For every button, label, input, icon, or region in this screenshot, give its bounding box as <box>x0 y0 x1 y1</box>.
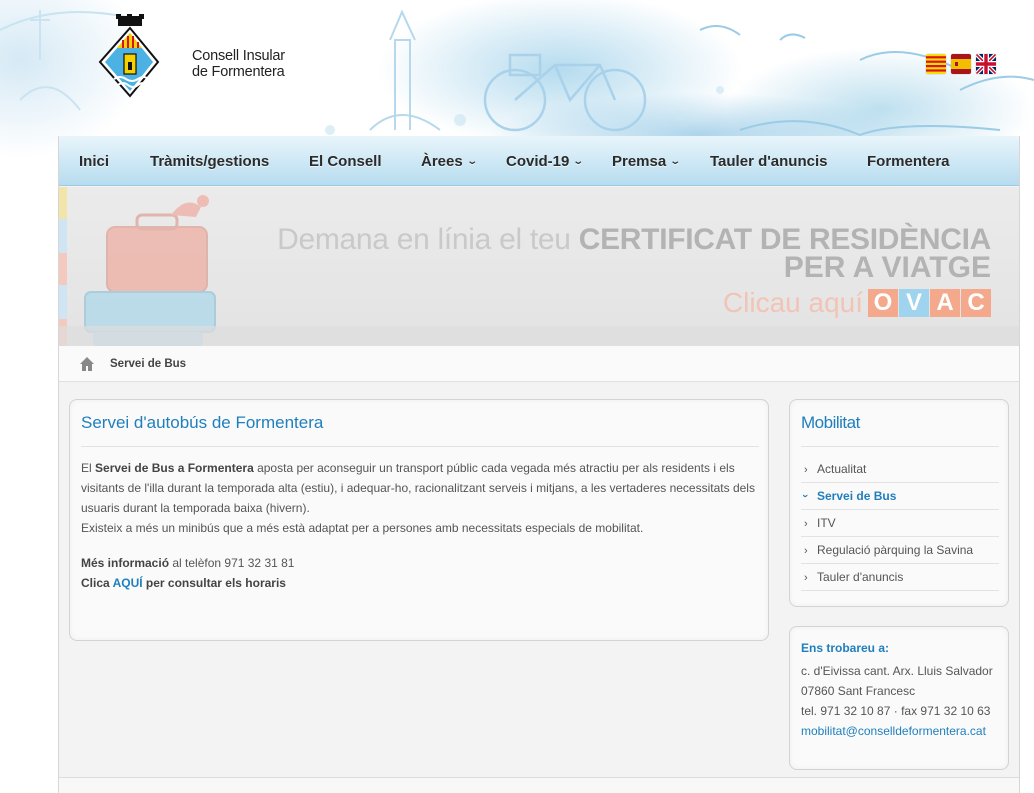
language-selector <box>926 54 996 74</box>
info-label: Més informació <box>81 556 170 570</box>
ovac-letter: V <box>899 289 929 317</box>
sidebar-item-label: Servei de Bus <box>817 489 897 503</box>
schedule-prefix: Clica <box>81 576 113 590</box>
brand-name[interactable]: Consell Insular de Formentera <box>192 48 285 80</box>
sidebar-item-label: Actualitat <box>817 462 867 476</box>
contact-details: c. d'Eivissa cant. Arx. Lluis Salvador 0… <box>801 661 993 741</box>
suitcases-icon <box>84 195 216 346</box>
nav-arees-label: Àrees <box>421 153 463 170</box>
contact-address1: c. d'Eivissa cant. Arx. Lluis Salvador <box>801 664 993 678</box>
banner-bottom-strip <box>59 326 1019 346</box>
uk-flag-icon[interactable] <box>976 54 996 74</box>
consell-logo[interactable] <box>98 14 160 104</box>
contact-address2: 07860 Sant Francesc <box>801 684 916 698</box>
sidebar-list: › Actualitat › Servei de Bus › ITV › Regulac… <box>799 456 999 591</box>
intro-paragraph: El Servei de Bus a Formentera aposta per… <box>81 458 761 518</box>
chevron-right-icon: › <box>804 464 808 476</box>
contact-panel: Ens trobareu a: c. d'Eivissa cant. Arx. … <box>789 626 1009 770</box>
ovac-letter: A <box>930 289 960 317</box>
chevron-down-icon: ⌄ <box>572 156 585 167</box>
ovac-badge: O V A C <box>867 289 991 317</box>
divider <box>801 446 999 447</box>
sidebar-item-servei-de-bus[interactable]: › Servei de Bus <box>799 483 999 510</box>
nav-tramits-label: Tràmits/gestions <box>150 153 270 170</box>
schedule-link[interactable]: AQUÍ <box>113 576 143 590</box>
ovac-letter: C <box>961 289 991 317</box>
main-navigation: Inici Tràmits/gestions El Consell Àrees ⌄… <box>59 136 1019 186</box>
schedule-line: Clica AQUÍ per consultar els horaris <box>81 573 761 593</box>
home-icon[interactable] <box>79 356 95 372</box>
page-title: Servei d'autobús de Formentera <box>81 413 324 432</box>
info-line: Més informació al telèfon 971 32 31 81 <box>81 553 761 573</box>
schedule-suffix: per consultar els horaris <box>142 576 286 590</box>
chevron-right-icon: › <box>804 545 808 557</box>
nav-tramits[interactable]: Tràmits/gestions <box>150 153 269 170</box>
nav-formentera-label: Formentera <box>867 153 950 170</box>
contact-email-link[interactable]: mobilitat@conselldeformentera.cat <box>801 724 986 738</box>
sidebar-item-tauler[interactable]: › Tauler d'anuncis <box>801 564 999 591</box>
banner-click-here: Clicau aquí <box>722 287 863 318</box>
divider <box>81 446 759 447</box>
banner-line1-prefix: Demana en línia el teu <box>277 223 579 256</box>
brand-line1: Consell Insular <box>192 48 285 64</box>
content-body: El Servei de Bus a Formentera aposta per… <box>81 458 761 593</box>
spanish-flag-icon[interactable] <box>951 54 971 74</box>
nav-el-consell[interactable]: El Consell <box>309 153 382 170</box>
sidebar-item-label: ITV <box>817 516 836 530</box>
sidebar-title: Mobilitat <box>801 413 860 432</box>
contact-heading: Ens trobareu a: <box>801 641 890 655</box>
sidebar-item-itv[interactable]: › ITV <box>801 510 999 537</box>
nav-tauler-label: Tauler d'anuncis <box>710 153 828 170</box>
nav-covid-label: Covid-19 <box>506 153 570 170</box>
sidebar-menu: Mobilitat › Actualitat › Servei de Bus › IT… <box>789 399 1009 607</box>
banner-line3: Clicau aquí O V A C <box>723 287 991 319</box>
catalan-flag-icon[interactable] <box>926 54 946 74</box>
sidebar-item-label: Regulació pàrquing la Savina <box>817 543 974 557</box>
sidebar-item-actualitat[interactable]: › Actualitat <box>801 456 999 483</box>
breadcrumb-current: Servei de Bus <box>110 358 187 370</box>
nav-premsa[interactable]: Premsa ⌄ <box>612 153 682 170</box>
sidebar-item-label: Tauler d'anuncis <box>817 570 904 584</box>
intro-text-a: El <box>81 461 96 475</box>
banner-color-stripes <box>59 187 67 346</box>
chevron-down-icon: › <box>798 494 811 498</box>
sidebar-item-parquing[interactable]: › Regulació pàrquing la Savina <box>801 537 999 564</box>
chevron-right-icon: › <box>804 572 808 584</box>
minibus-paragraph: Existeix a més un minibús que a més està… <box>81 521 644 535</box>
nav-premsa-label: Premsa <box>612 153 667 170</box>
brand-line2: de Formentera <box>192 64 285 80</box>
nav-formentera[interactable]: Formentera <box>867 153 950 170</box>
nav-inici-label: Inici <box>79 153 110 170</box>
contact-phone: tel. 971 32 10 87 · fax 971 32 10 63 <box>801 704 991 718</box>
page-container: Inici Tràmits/gestions El Consell Àrees ⌄… <box>58 136 1020 793</box>
nav-el-consell-label: El Consell <box>309 153 382 170</box>
nav-arees[interactable]: Àrees ⌄ <box>421 153 478 170</box>
nav-tauler[interactable]: Tauler d'anuncis <box>710 153 827 170</box>
coat-of-arms-icon <box>98 14 160 98</box>
content-panel: Servei d'autobús de Formentera El Servei… <box>69 399 769 641</box>
info-phone: al telèfon 971 32 31 81 <box>169 556 295 570</box>
banner-line2: PER A VIATGE <box>783 251 991 284</box>
ovac-letter: O <box>868 289 898 317</box>
certificate-banner[interactable]: Demana en línia el teu CERTIFICAT DE RES… <box>59 187 1019 346</box>
chevron-down-icon: ⌄ <box>466 156 478 167</box>
chevron-down-icon: ⌄ <box>669 156 682 167</box>
breadcrumb: Servei de Bus <box>59 346 1019 382</box>
nav-covid[interactable]: Covid-19 ⌄ <box>506 153 585 170</box>
intro-text-bold: Servei de Bus a Formentera <box>95 461 254 475</box>
footer-strip <box>59 777 1019 793</box>
chevron-right-icon: › <box>804 518 808 530</box>
nav-inici[interactable]: Inici <box>79 153 109 170</box>
